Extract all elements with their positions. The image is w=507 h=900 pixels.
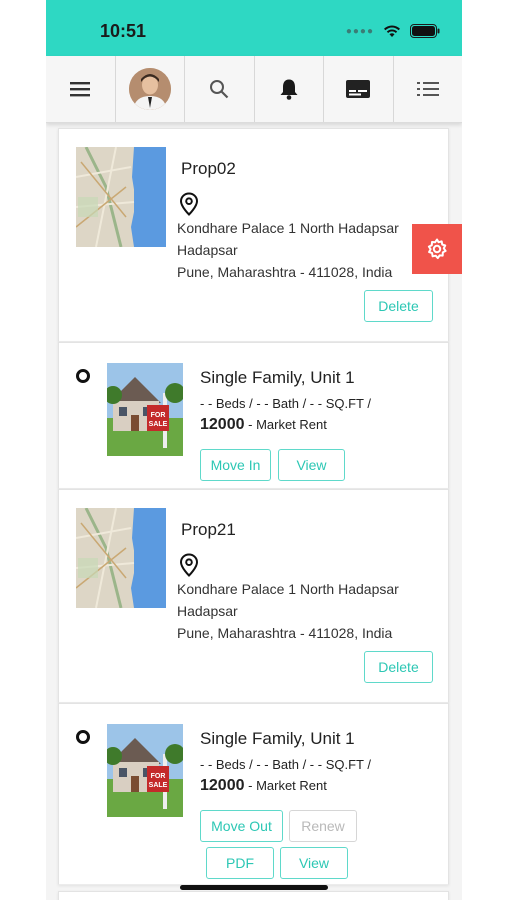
location-pin-icon	[179, 192, 199, 216]
location-pin-icon	[179, 553, 199, 577]
wifi-icon	[384, 25, 400, 37]
property-card: Prop21 Kondhare Palace 1 North Hadapsar …	[58, 489, 449, 703]
search-button[interactable]	[185, 56, 255, 122]
property-name[interactable]: Prop21	[181, 520, 236, 540]
address-line3: Pune, Maharashtra - 411028, India	[177, 625, 393, 641]
svg-text:FOR: FOR	[151, 412, 166, 419]
unit-photo[interactable]: FOR SALE	[107, 363, 183, 456]
battery-icon	[410, 24, 440, 38]
status-icons: ●●●●	[346, 24, 440, 38]
top-toolbar	[46, 56, 462, 123]
bell-icon	[280, 79, 298, 100]
svg-text:SALE: SALE	[149, 421, 168, 428]
property-address: Kondhare Palace 1 North Hadapsar Hadapsa…	[177, 217, 399, 283]
address-line1: Kondhare Palace 1 North Hadapsar	[177, 220, 399, 236]
rent-value: 12000	[200, 777, 245, 794]
property-address: Kondhare Palace 1 North Hadapsar Hadapsa…	[177, 578, 399, 644]
phone-screen: 10:51 ●●●● Prop02 Kondhare Palace 1 Nort…	[46, 0, 462, 900]
delete-button[interactable]: Delete	[364, 290, 433, 322]
status-time: 10:51	[100, 21, 147, 41]
notifications-button[interactable]	[255, 56, 324, 122]
avatar	[128, 68, 171, 110]
gear-icon	[427, 238, 447, 260]
unit-card: FOR SALE Single Family, Unit 1 - - Beds …	[58, 703, 449, 885]
rent-label: - Market Rent	[248, 417, 327, 432]
property-name[interactable]: Prop02	[181, 159, 236, 179]
move-out-button[interactable]: Move Out	[200, 810, 283, 842]
view-button[interactable]: View	[280, 847, 348, 879]
menu-icon	[70, 82, 91, 97]
property-map-thumbnail[interactable]	[76, 147, 166, 247]
property-feed: Prop02 Kondhare Palace 1 North Hadapsar …	[58, 128, 449, 900]
pdf-button[interactable]: PDF	[206, 847, 274, 879]
unit-photo[interactable]: FOR SALE	[107, 724, 183, 817]
address-line2: Hadapsar	[177, 603, 238, 619]
card-button[interactable]	[324, 56, 394, 122]
signal-dots-icon: ●●●●	[345, 25, 374, 37]
settings-tab[interactable]	[412, 224, 462, 274]
profile-button[interactable]	[116, 56, 185, 122]
unit-title[interactable]: Single Family, Unit 1	[200, 368, 355, 388]
svg-text:SALE: SALE	[149, 782, 168, 789]
unit-card: FOR SALE Single Family, Unit 1 - - Beds …	[58, 342, 449, 489]
property-card-partial	[58, 891, 449, 900]
delete-button[interactable]: Delete	[364, 651, 433, 683]
address-line3: Pune, Maharashtra - 411028, India	[177, 264, 393, 280]
status-bar: 10:51 ●●●●	[46, 0, 462, 56]
rent-label: - Market Rent	[248, 778, 327, 793]
unit-radio[interactable]	[76, 369, 90, 383]
address-line1: Kondhare Palace 1 North Hadapsar	[177, 581, 399, 597]
address-line2: Hadapsar	[177, 242, 238, 258]
unit-radio[interactable]	[76, 730, 90, 744]
unit-specs: - - Beds / - - Bath / - - SQ.FT /	[200, 396, 371, 411]
list-icon	[416, 82, 439, 96]
home-indicator[interactable]	[180, 885, 328, 890]
svg-text:FOR: FOR	[151, 773, 166, 780]
unit-title[interactable]: Single Family, Unit 1	[200, 729, 355, 749]
renew-button[interactable]: Renew	[289, 810, 357, 842]
rent-value: 12000	[200, 416, 245, 433]
menu-button[interactable]	[46, 56, 116, 122]
list-button[interactable]	[394, 56, 463, 122]
property-map-thumbnail[interactable]	[76, 508, 166, 608]
search-icon	[210, 80, 229, 99]
unit-rent: 12000 - Market Rent	[200, 416, 327, 434]
move-in-button[interactable]: Move In	[200, 449, 271, 481]
unit-specs: - - Beds / - - Bath / - - SQ.FT /	[200, 757, 371, 772]
view-button[interactable]: View	[278, 449, 345, 481]
property-card: Prop02 Kondhare Palace 1 North Hadapsar …	[58, 128, 449, 342]
card-icon	[346, 80, 371, 98]
unit-rent: 12000 - Market Rent	[200, 777, 327, 795]
